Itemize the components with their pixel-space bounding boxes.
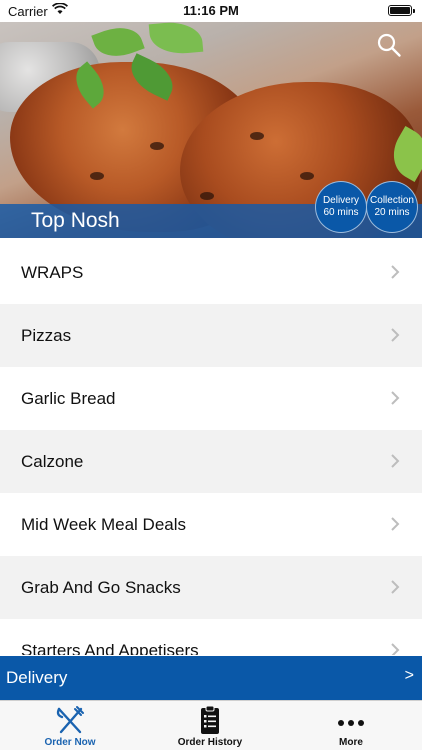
battery-icon <box>388 5 415 16</box>
clipboard-list-icon <box>201 705 219 734</box>
chevron-right-icon <box>391 643 400 655</box>
collection-time-badge: Collection 20 mins <box>366 181 418 233</box>
status-bar: Carrier 11:16 PM <box>0 0 422 22</box>
tab-label: Order Now <box>44 737 96 748</box>
tab-order-history[interactable]: Order History <box>140 701 280 750</box>
chevron-right-icon <box>391 454 400 468</box>
menu-category-garlic-bread[interactable]: Garlic Bread <box>0 367 422 430</box>
menu-category-wraps[interactable]: WRAPS <box>0 241 422 304</box>
restaurant-name: Top Nosh <box>31 209 120 232</box>
menu-category-label: Mid Week Meal Deals <box>21 514 187 534</box>
menu-category-label: WRAPS <box>21 262 84 282</box>
delivery-badge-time: 60 mins <box>323 207 359 218</box>
menu-category-label: Garlic Bread <box>21 388 116 408</box>
menu-category-label: Calzone <box>21 451 84 471</box>
menu-category-list: WRAPS Pizzas Garlic Bread Calzone Mid We… <box>0 241 422 655</box>
menu-category-grab-and-go-snacks[interactable]: Grab And Go Snacks <box>0 556 422 619</box>
menu-category-pizzas[interactable]: Pizzas <box>0 304 422 367</box>
tab-label: More <box>339 737 363 748</box>
menu-category-label: Starters And Appetisers <box>21 640 199 656</box>
delivery-mode-label: Delivery <box>6 668 68 687</box>
char-mark <box>90 172 104 180</box>
herb-leaf <box>148 22 204 57</box>
char-mark <box>150 142 164 150</box>
menu-category-mid-week-meal-deals[interactable]: Mid Week Meal Deals <box>0 493 422 556</box>
tab-bar: Order Now Order History More <box>0 700 422 750</box>
menu-category-label: Grab And Go Snacks <box>21 577 181 597</box>
chevron-right-icon <box>391 265 400 279</box>
tab-order-now[interactable]: Order Now <box>0 701 140 750</box>
chevron-right-icon <box>391 517 400 531</box>
search-icon[interactable] <box>376 32 402 58</box>
chevron-right-icon: > <box>404 667 414 684</box>
char-mark <box>250 132 264 140</box>
char-mark <box>200 192 214 200</box>
tab-label: Order History <box>177 737 243 748</box>
chevron-right-icon <box>391 580 400 594</box>
collection-badge-label: Collection <box>370 195 414 206</box>
chevron-right-icon <box>391 391 400 405</box>
delivery-badge-label: Delivery <box>322 195 360 206</box>
clock-time: 11:16 PM <box>183 3 239 18</box>
delivery-time-badge: Delivery 60 mins <box>315 181 367 233</box>
fork-knife-icon <box>56 706 84 734</box>
menu-category-starters-and-appetisers[interactable]: Starters And Appetisers <box>0 619 422 655</box>
menu-category-calzone[interactable]: Calzone <box>0 430 422 493</box>
delivery-mode-bar[interactable]: Delivery > <box>0 656 422 700</box>
chevron-right-icon <box>391 328 400 342</box>
char-mark <box>300 172 314 180</box>
collection-badge-time: 20 mins <box>374 207 410 218</box>
menu-category-label: Pizzas <box>21 325 72 345</box>
tab-more[interactable]: More <box>281 701 421 750</box>
more-dots-icon <box>338 720 364 726</box>
